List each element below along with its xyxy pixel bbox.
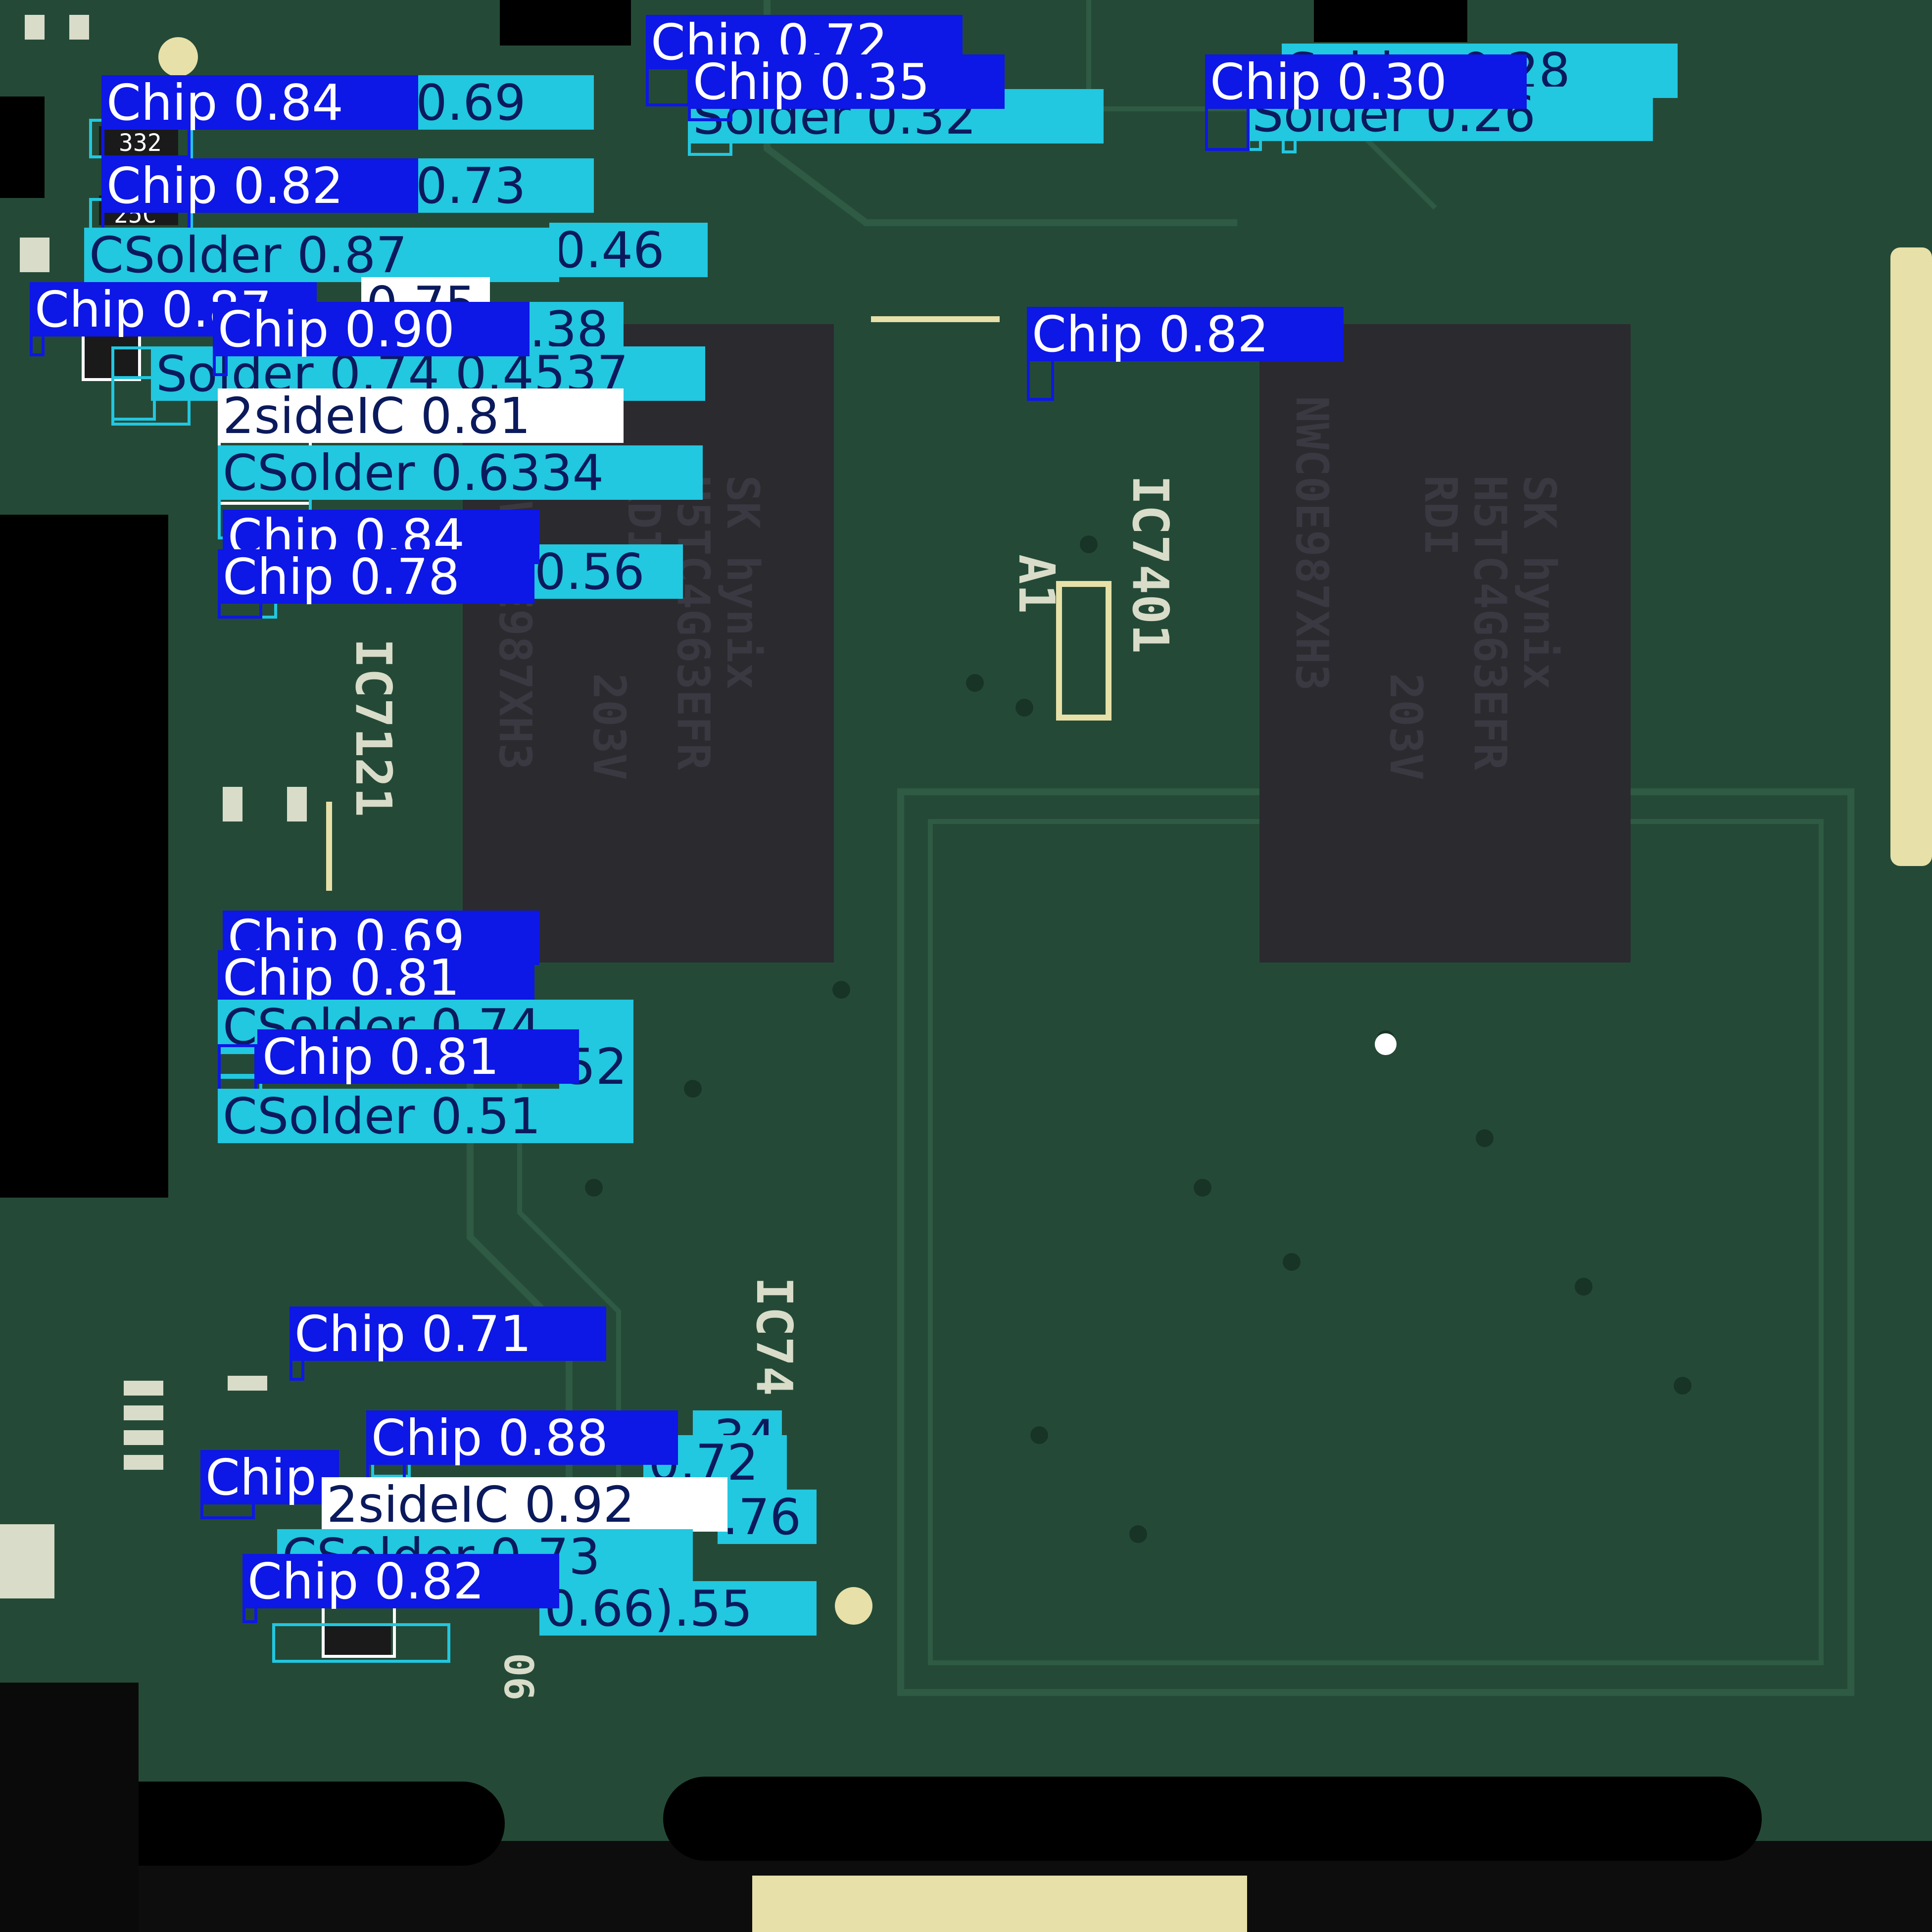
detection-box-solder xyxy=(272,1623,450,1663)
detection-label-chip: Chip 0.82 xyxy=(242,1554,559,1608)
detection-label-chip: Chip 0.84 xyxy=(101,75,418,130)
detection-label-2sideic: 2sideIC 0.81 xyxy=(218,388,624,443)
detection-overlay: Solder 0.28Solder 0.26Chip 0.30Solder 0.… xyxy=(0,0,1932,1932)
detection-label-chip: Chip 0.82 xyxy=(1027,307,1344,361)
detection-label-solder: CSolder 0.87 xyxy=(84,228,559,282)
detection-label-solder: .76 xyxy=(718,1490,817,1544)
detection-label-solder: 0.46 xyxy=(549,223,708,277)
detection-label-chip: Chip 0.35 xyxy=(688,54,1005,109)
detection-label-solder: CSolder 0.51 xyxy=(218,1089,633,1143)
detection-label-solder: 0.69 xyxy=(411,75,594,130)
detection-label-chip: Chip 0.78 xyxy=(218,549,534,604)
detection-label-chip: Chip 0.88 xyxy=(366,1410,678,1465)
detection-label-solder: 0.56 xyxy=(530,544,683,599)
detection-label-solder: CSolder 0.6334 xyxy=(218,445,703,500)
detection-label-chip: Chip 0.90 xyxy=(213,302,530,356)
detection-label-chip: Chip 0.81 xyxy=(257,1029,579,1084)
detection-label-chip: Chip 0.71 xyxy=(290,1306,606,1361)
detection-label-chip: Chip 0.30 xyxy=(1205,54,1527,109)
detection-label-solder: 0.66).55 xyxy=(539,1581,817,1636)
detection-box-chip xyxy=(1205,104,1250,151)
detection-box-solder xyxy=(111,376,156,421)
detection-label-2sideic: 2sideIC 0.92 xyxy=(322,1477,727,1532)
detection-label-chip: Chip 0.81 xyxy=(218,950,534,1005)
pcb-photo: IC7121 IC7401 A1 IC74 06 332 25C SK hyni… xyxy=(0,0,1932,1932)
detection-label-chip: Chip 0.82 xyxy=(101,158,418,213)
detection-label-chip: Chip xyxy=(200,1450,339,1504)
detection-label-solder: 0.73 xyxy=(411,158,594,213)
